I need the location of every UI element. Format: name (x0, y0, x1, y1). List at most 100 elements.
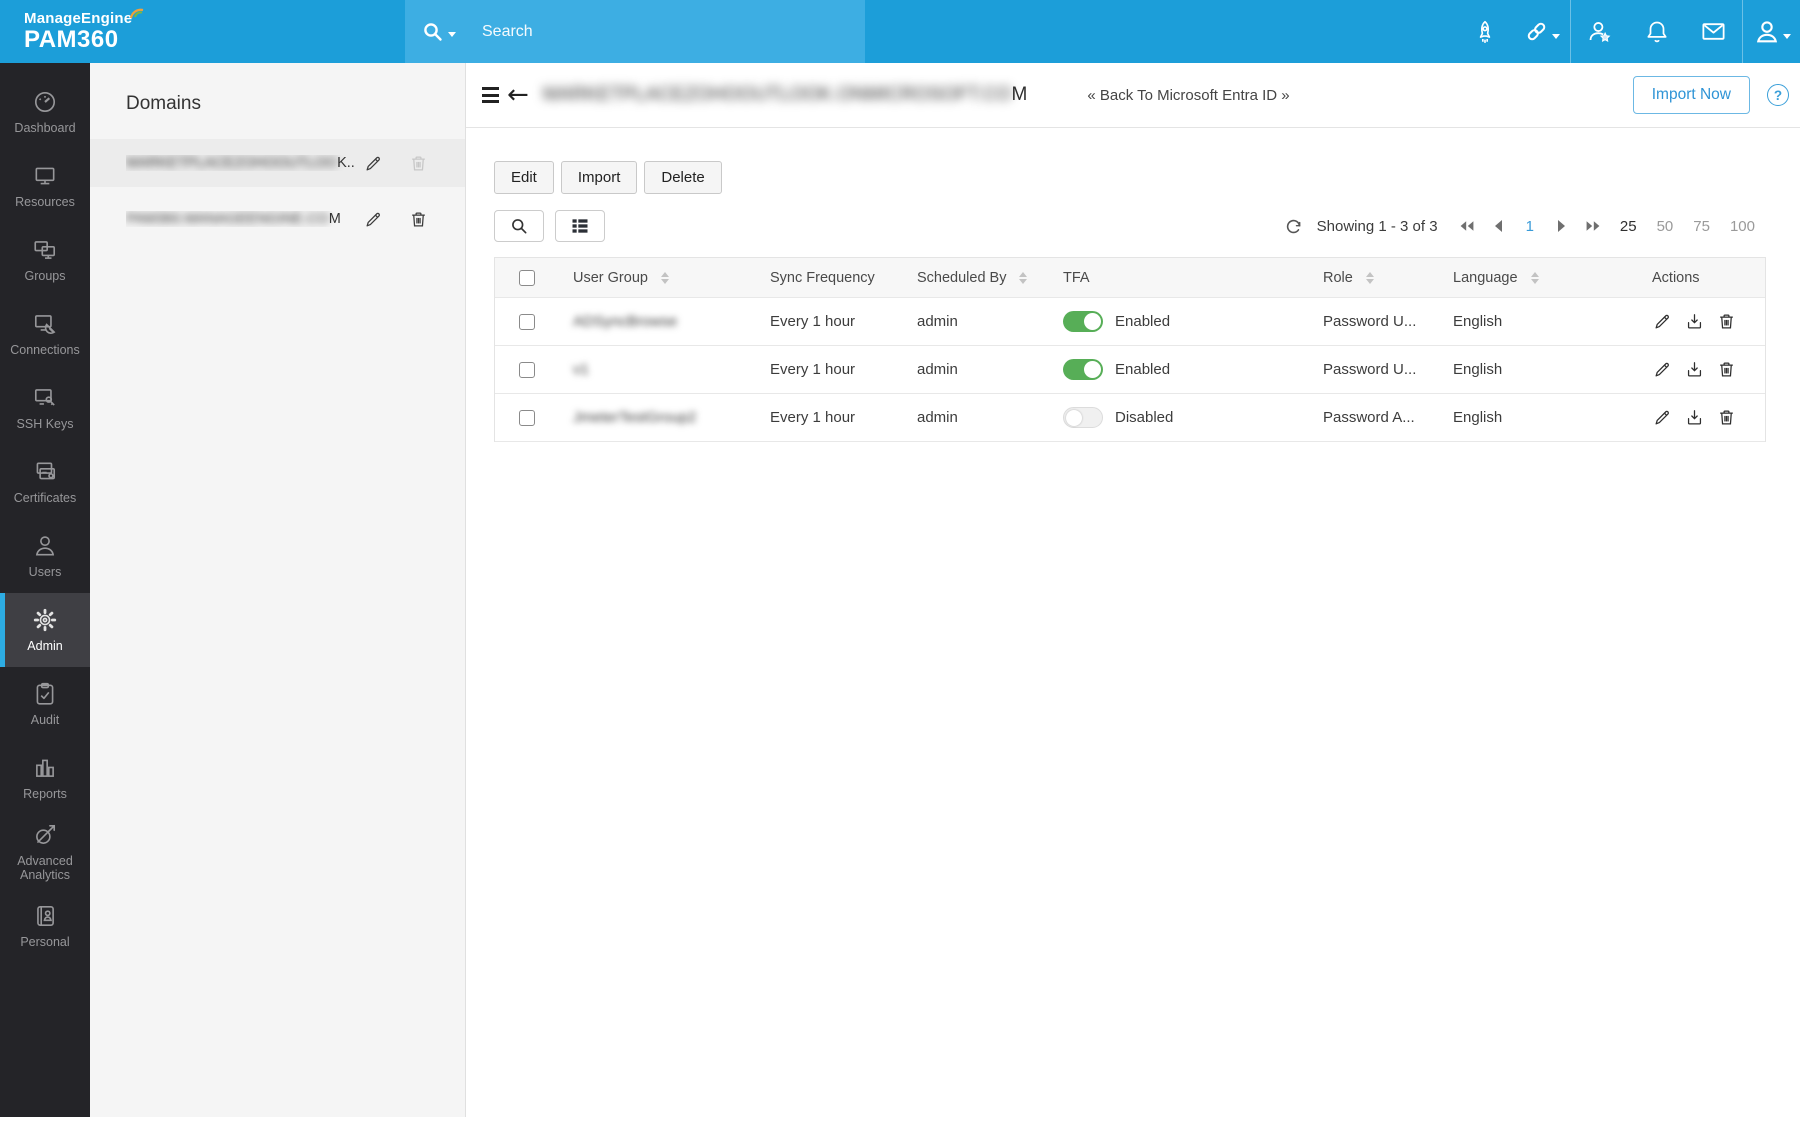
bell-icon[interactable] (1628, 0, 1685, 63)
page-number[interactable]: 1 (1512, 218, 1548, 235)
tfa-toggle[interactable] (1063, 359, 1103, 380)
delete-row-icon[interactable] (1717, 312, 1736, 331)
last-page-icon[interactable] (1576, 219, 1610, 233)
table-search-button[interactable] (494, 210, 544, 242)
domains-panel-title: Domains (126, 93, 201, 114)
showing-text: Showing 1 - 3 of 3 (1316, 217, 1438, 235)
remote-connection-icon (34, 314, 56, 334)
link-icon[interactable] (1513, 0, 1570, 63)
column-header-user-group[interactable]: User Group (573, 270, 648, 286)
sidebar-item-admin[interactable]: Admin (0, 593, 90, 667)
brand-product: PAM360 (24, 26, 119, 54)
mail-icon[interactable] (1685, 0, 1742, 63)
sidebar-item-label: Admin (27, 638, 63, 653)
column-header-language[interactable]: Language (1453, 270, 1518, 286)
sidebar-item-advanced-analytics[interactable]: Advanced Analytics (0, 815, 90, 889)
link-caret-icon (1552, 34, 1560, 39)
ssh-key-icon (34, 388, 55, 406)
gear-icon (33, 608, 57, 631)
first-page-icon[interactable] (1450, 219, 1484, 233)
domain-name: MARKETPLACEZOHOOUTLOOK.... (126, 155, 356, 171)
import-now-button[interactable]: Import Now (1632, 76, 1750, 114)
sidebar-item-label: Users (28, 564, 62, 579)
sort-icon[interactable] (660, 271, 669, 284)
search-scope-caret-icon[interactable] (448, 32, 456, 37)
user-group-name: v1 (573, 361, 589, 378)
delete-domain-icon[interactable] (409, 210, 428, 229)
domain-list-item[interactable]: MARKETPLACEZOHOOUTLOOK.... (90, 139, 465, 187)
back-arrow-icon[interactable]: ← (507, 82, 529, 108)
back-to-entra-link[interactable]: « Back To Microsoft Entra ID » (1087, 87, 1289, 104)
user-group-name: ADSyncBrowse (573, 313, 678, 330)
column-chooser-button[interactable] (555, 210, 605, 242)
page-size-25[interactable]: 25 (1610, 218, 1647, 235)
language: English (1453, 409, 1503, 426)
sidebar-item-label: Personal (20, 934, 70, 949)
delete-button[interactable]: Delete (644, 161, 722, 194)
import-button[interactable]: Import (560, 161, 638, 194)
row-checkbox[interactable] (519, 409, 535, 426)
import-row-icon[interactable] (1685, 360, 1704, 379)
sort-icon[interactable] (1019, 271, 1028, 284)
edit-domain-icon[interactable] (364, 210, 383, 229)
sidebar-item-certificates[interactable]: Certificates (0, 445, 90, 519)
next-page-icon[interactable] (1548, 219, 1576, 233)
row-checkbox[interactable] (519, 313, 535, 330)
delete-row-icon[interactable] (1717, 408, 1736, 427)
page-header: ← MARKETPLACEZOHOOUTLOOK.ONMICROSOFT.CO M… (466, 63, 1800, 128)
sidebar-item-dashboard[interactable]: Dashboard (0, 75, 90, 149)
import-row-icon[interactable] (1685, 312, 1704, 331)
sidebar-item-users[interactable]: Users (0, 519, 90, 593)
scheduled-by: admin (917, 313, 958, 330)
edit-domain-icon[interactable] (364, 154, 383, 173)
domain-list-item[interactable]: PAM360.MANAGEENGINE.CO M (90, 195, 465, 243)
refresh-icon[interactable] (1284, 217, 1303, 236)
sidebar-item-personal[interactable]: Personal (0, 889, 90, 963)
global-search-bar (405, 0, 865, 63)
sidebar-item-label: Dashboard (14, 120, 76, 135)
edit-row-icon[interactable] (1653, 312, 1672, 331)
user-star-icon[interactable] (1571, 0, 1628, 63)
row-checkbox[interactable] (519, 361, 535, 378)
search-input[interactable] (482, 22, 812, 41)
collapse-panel-icon[interactable] (482, 87, 499, 103)
page-size-50[interactable]: 50 (1647, 218, 1684, 235)
column-header-role[interactable]: Role (1323, 270, 1353, 286)
user-groups-table: User Group Sync Frequency Scheduled By T… (494, 257, 1766, 442)
column-header-scheduled-by[interactable]: Scheduled By (917, 270, 1006, 286)
sidebar-item-resources[interactable]: Resources (0, 149, 90, 223)
rocket-icon[interactable] (1456, 0, 1513, 63)
help-icon[interactable]: ? (1767, 84, 1789, 106)
language: English (1453, 361, 1503, 378)
sort-icon[interactable] (1365, 271, 1374, 284)
edit-row-icon[interactable] (1653, 360, 1672, 379)
sort-icon[interactable] (1530, 271, 1539, 284)
prev-page-icon[interactable] (1484, 219, 1512, 233)
account-icon[interactable] (1743, 0, 1800, 63)
import-row-icon[interactable] (1685, 408, 1704, 427)
sidebar-item-connections[interactable]: Connections (0, 297, 90, 371)
edit-row-icon[interactable] (1653, 408, 1672, 427)
tfa-toggle[interactable] (1063, 311, 1103, 332)
brand-name: ManageEngine (24, 8, 144, 27)
tfa-state: Enabled (1115, 361, 1171, 378)
page-size-100[interactable]: 100 (1720, 218, 1765, 235)
tfa-toggle[interactable] (1063, 407, 1103, 428)
sync-frequency: Every 1 hour (770, 361, 856, 378)
domain-actions (364, 210, 428, 229)
delete-domain-icon[interactable] (409, 154, 428, 173)
topbar: ManageEngine PAM360 (0, 0, 1800, 63)
sidebar-item-reports[interactable]: Reports (0, 741, 90, 815)
sidebar-item-label: Connections (10, 342, 80, 357)
page-size-75[interactable]: 75 (1683, 218, 1720, 235)
select-all-checkbox[interactable] (519, 269, 535, 286)
table-row: ADSyncBrowse Every 1 hour admin Enabled … (495, 298, 1765, 346)
table-tools-row: Showing 1 - 3 of 3 1 25 50 75 100 (494, 210, 1765, 242)
page-title: MARKETPLACEZOHOOUTLOOK.ONMICROSOFT.CO M (542, 84, 1028, 105)
sidebar-item-audit[interactable]: Audit (0, 667, 90, 741)
edit-button[interactable]: Edit (494, 161, 554, 194)
delete-row-icon[interactable] (1717, 360, 1736, 379)
sidebar-item-ssh-keys[interactable]: SSH Keys (0, 371, 90, 445)
sidebar-item-groups[interactable]: Groups (0, 223, 90, 297)
search-icon[interactable] (421, 20, 445, 44)
